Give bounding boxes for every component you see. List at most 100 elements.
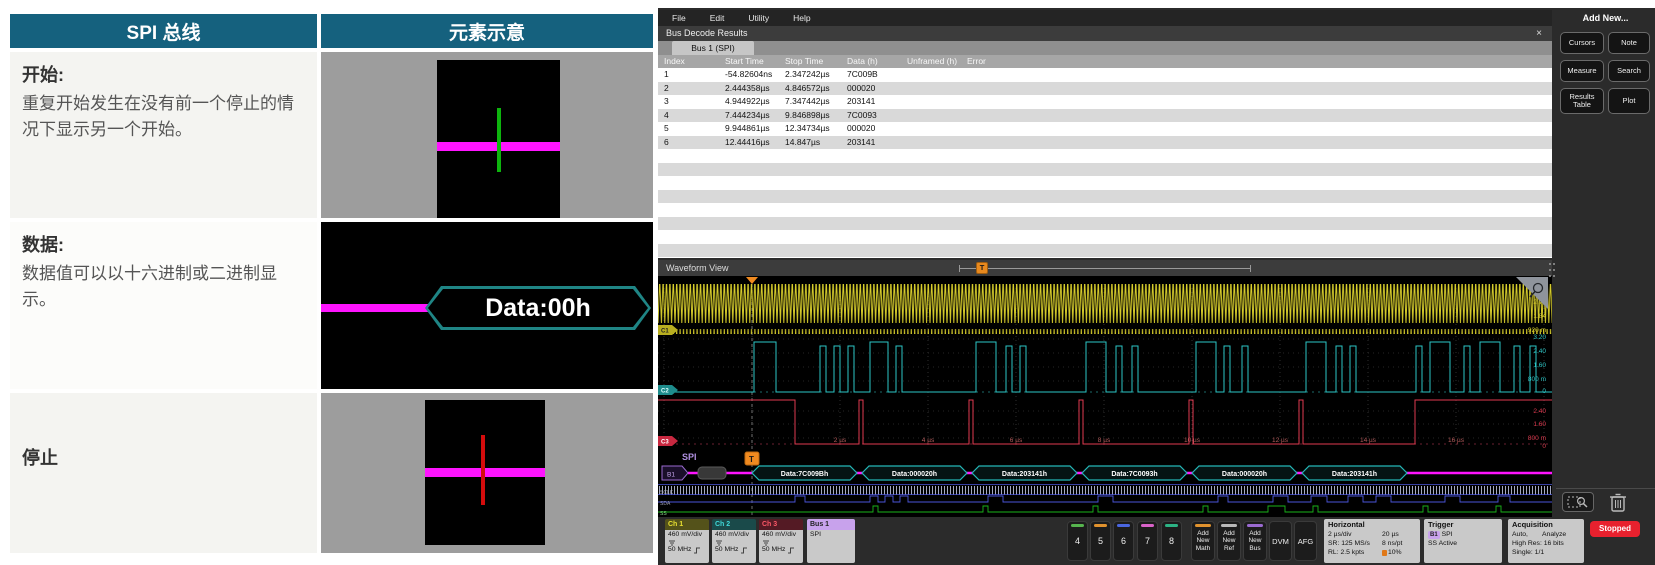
panel-drag-handle[interactable] xyxy=(1549,263,1557,283)
table-row[interactable] xyxy=(658,217,1552,231)
table-cell xyxy=(961,122,1552,136)
add-new-bus-button[interactable]: Add New Bus xyxy=(1243,521,1267,561)
table-row[interactable]: 47.444234µs9.846898µs7C0093 xyxy=(658,109,1552,123)
add-cursors-button[interactable]: Cursors xyxy=(1560,32,1604,54)
bus1-settings-badge[interactable]: Bus 1 SPI xyxy=(807,519,855,563)
bus1-badge[interactable] xyxy=(662,466,688,480)
menu-help[interactable]: Help xyxy=(793,13,810,23)
table-row[interactable]: 22.444358µs4.846572µs000020 xyxy=(658,82,1552,96)
add-results-table-button[interactable]: Results Table xyxy=(1560,88,1604,114)
waveform-canvas[interactable]: SPI B1 T C1 C2 C3 2 µs4 µs6 µs8 µs10 µs1… xyxy=(658,276,1552,517)
dvm-button[interactable]: DVM xyxy=(1269,521,1292,561)
zoom-select-button[interactable] xyxy=(1562,492,1594,512)
table-row[interactable] xyxy=(658,176,1552,190)
digital-signal-label: SDA xyxy=(660,501,671,507)
row-start-art xyxy=(321,52,653,218)
table-cell xyxy=(901,190,961,204)
bus-frame-label: Data:000020h xyxy=(1222,471,1267,478)
bus-frame-label: Data:000020h xyxy=(892,471,937,478)
left-table-header-spi-bus: SPI 总线 xyxy=(10,14,317,48)
table-cell xyxy=(719,176,779,190)
close-icon[interactable]: × xyxy=(1536,26,1542,41)
horizontal-scale: 2 µs/div xyxy=(1328,530,1382,539)
table-row[interactable] xyxy=(658,190,1552,204)
add-new-math-button[interactable]: Add New Math xyxy=(1191,521,1215,561)
row-data-title: 数据: xyxy=(22,232,305,259)
time-axis-label: 8 µs xyxy=(1098,437,1111,444)
trigger-slider-marker[interactable]: T xyxy=(976,262,988,274)
table-cell xyxy=(901,244,961,258)
position-icon xyxy=(1382,550,1387,556)
table-cell: 6 xyxy=(658,136,719,150)
add-new-title: Add New... xyxy=(1556,13,1655,23)
add-note-button[interactable]: Note xyxy=(1608,32,1650,54)
ch2-settings-badge[interactable]: Ch 2 460 mV/div 50 MHz xyxy=(712,519,756,563)
table-cell xyxy=(841,149,901,163)
menu-edit[interactable]: Edit xyxy=(710,13,725,23)
ch1-bandwidth: 50 MHz xyxy=(668,546,691,555)
ch3-badge-title: Ch 3 xyxy=(759,519,803,530)
table-row[interactable]: 1-54.82604ns2.347242µs7C009B xyxy=(658,68,1552,82)
results-tab-row: Bus 1 (SPI) xyxy=(658,41,1552,55)
row-data-art: Data:00h xyxy=(321,222,653,389)
channel-4-button[interactable]: 4 xyxy=(1067,521,1088,561)
horizontal-position-slider[interactable] xyxy=(959,268,1251,269)
channel-7-button[interactable]: 7 xyxy=(1137,521,1158,561)
table-row[interactable]: 612.44416µs14.847µs203141 xyxy=(658,136,1552,150)
table-row[interactable] xyxy=(658,230,1552,244)
menu-utility[interactable]: Utility xyxy=(748,13,769,23)
start-art-green-marker xyxy=(497,108,501,172)
waveform-view-window: Waveform View T xyxy=(658,260,1552,517)
data-art-magenta-line xyxy=(321,304,428,312)
acquisition-panel[interactable]: Acquisition Auto,Analyze High Res: 16 bi… xyxy=(1508,519,1584,563)
scale-label: 800 m xyxy=(1528,435,1546,442)
add-new-ref-button[interactable]: Add New Ref xyxy=(1217,521,1241,561)
table-cell xyxy=(841,163,901,177)
bus1-type: SPI xyxy=(810,531,852,540)
scale-label: 0 xyxy=(1542,388,1546,395)
bandwidth-icon xyxy=(693,547,701,554)
table-cell: 5 xyxy=(658,122,719,136)
add-measure-button[interactable]: Measure xyxy=(1560,60,1604,82)
menu-file[interactable]: File xyxy=(672,13,686,23)
table-cell xyxy=(658,244,719,258)
table-row[interactable] xyxy=(658,149,1552,163)
add-plot-button[interactable]: Plot xyxy=(1608,88,1650,114)
trash-button[interactable] xyxy=(1606,490,1630,514)
results-title-bar[interactable]: Bus Decode Results × xyxy=(658,26,1552,41)
tab-bus1-spi[interactable]: Bus 1 (SPI) xyxy=(672,41,754,55)
channel-6-button[interactable]: 6 xyxy=(1113,521,1134,561)
channel-5-button[interactable]: 5 xyxy=(1090,521,1111,561)
table-cell xyxy=(961,176,1552,190)
table-cell xyxy=(961,163,1552,177)
scale-label: 3.20 xyxy=(1533,334,1546,341)
row-data-body: 数据值可以以十六进制或二进制显示。 xyxy=(22,264,277,309)
table-row[interactable] xyxy=(658,203,1552,217)
table-row[interactable]: 59.944861µs12.34734µs000020 xyxy=(658,122,1552,136)
ch3-bandwidth: 50 MHz xyxy=(762,546,785,555)
table-row[interactable]: 34.944922µs7.347442µs203141 xyxy=(658,95,1552,109)
table-cell xyxy=(901,122,961,136)
row-stop-art xyxy=(321,393,653,553)
table-row[interactable] xyxy=(658,244,1552,258)
table-cell xyxy=(961,203,1552,217)
table-row[interactable] xyxy=(658,163,1552,177)
waveform-title-bar[interactable]: Waveform View T xyxy=(658,260,1552,276)
table-cell: 14.847µs xyxy=(779,136,841,150)
ch3-settings-badge[interactable]: Ch 3 460 mV/div 50 MHz xyxy=(759,519,803,563)
stopped-status-button[interactable]: Stopped xyxy=(1590,521,1640,537)
afg-button[interactable]: AFG xyxy=(1294,521,1317,561)
table-cell: 000020 xyxy=(841,122,901,136)
add-search-button[interactable]: Search xyxy=(1608,60,1650,82)
horizontal-panel[interactable]: Horizontal 2 µs/div20 µs SR: 125 MS/s8 n… xyxy=(1324,519,1420,563)
trigger-panel[interactable]: Trigger B1 SPI SS Active xyxy=(1424,519,1502,563)
ch1-settings-badge[interactable]: Ch 1 460 mV/div 50 MHz xyxy=(665,519,709,563)
sclk-digital-trace xyxy=(658,484,1552,495)
horizontal-title: Horizontal xyxy=(1328,520,1416,530)
left-table-header-element: 元素示意 xyxy=(321,14,653,48)
table-cell xyxy=(719,203,779,217)
trigger-detail: SS Active xyxy=(1428,539,1498,548)
table-cell xyxy=(961,230,1552,244)
bus-frame-label: Data:203141h xyxy=(1332,471,1377,478)
channel-8-button[interactable]: 8 xyxy=(1161,521,1182,561)
